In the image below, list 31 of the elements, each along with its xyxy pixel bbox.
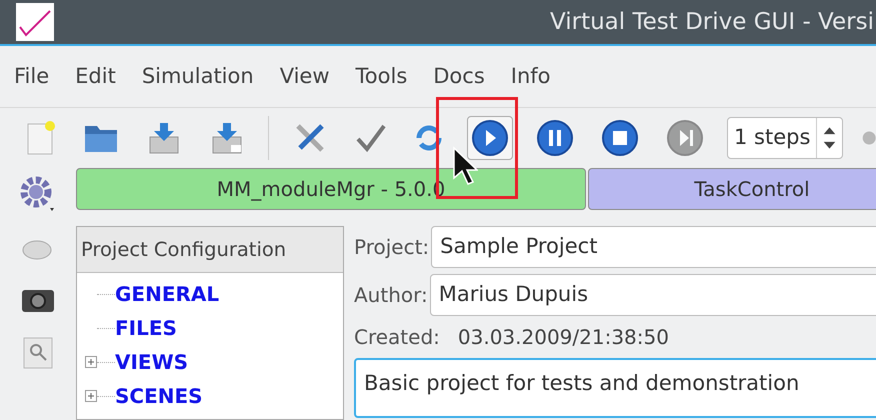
tree-item[interactable]: VIEWS (115, 347, 188, 377)
tree-header: Project Configuration (77, 227, 343, 273)
module-tab[interactable]: TaskControl (588, 168, 876, 210)
menu-item[interactable]: Edit (71, 60, 120, 92)
menu-item[interactable]: Simulation (138, 60, 258, 92)
search-icon[interactable] (22, 336, 54, 370)
menu-item[interactable]: View (276, 60, 334, 92)
description-field[interactable]: Basic project for tests and demonstration (354, 358, 876, 418)
expand-icon[interactable] (85, 356, 97, 368)
play-icon[interactable] (471, 119, 509, 157)
cursor-icon (452, 146, 478, 186)
field-label: Project: (354, 234, 430, 261)
author-field[interactable]: Marius Dupuis (430, 274, 876, 316)
menu-item[interactable]: Docs (429, 60, 489, 92)
field-label: Created: (354, 324, 440, 351)
menu-item[interactable]: Info (506, 60, 555, 92)
expand-icon[interactable] (85, 390, 97, 402)
tree-item[interactable]: SCENES (115, 381, 203, 411)
steps-spinbox[interactable]: 1 steps (727, 117, 843, 159)
app-logo-icon (16, 3, 54, 41)
field-label: Author: (354, 282, 428, 309)
check-icon[interactable] (355, 123, 387, 153)
tree-item[interactable]: GENERAL (115, 279, 220, 309)
created-date: 03.03.2009/21:38:50 (458, 324, 669, 351)
menu-item[interactable]: Tools (352, 60, 412, 92)
pause-icon[interactable] (536, 119, 574, 157)
project-field[interactable]: Sample Project (431, 226, 876, 268)
stop-icon[interactable] (601, 119, 639, 157)
menu-item[interactable]: File (10, 60, 54, 92)
tree-item[interactable]: FILES (115, 313, 177, 343)
window-title: Virtual Test Drive GUI - Versi (549, 8, 874, 37)
